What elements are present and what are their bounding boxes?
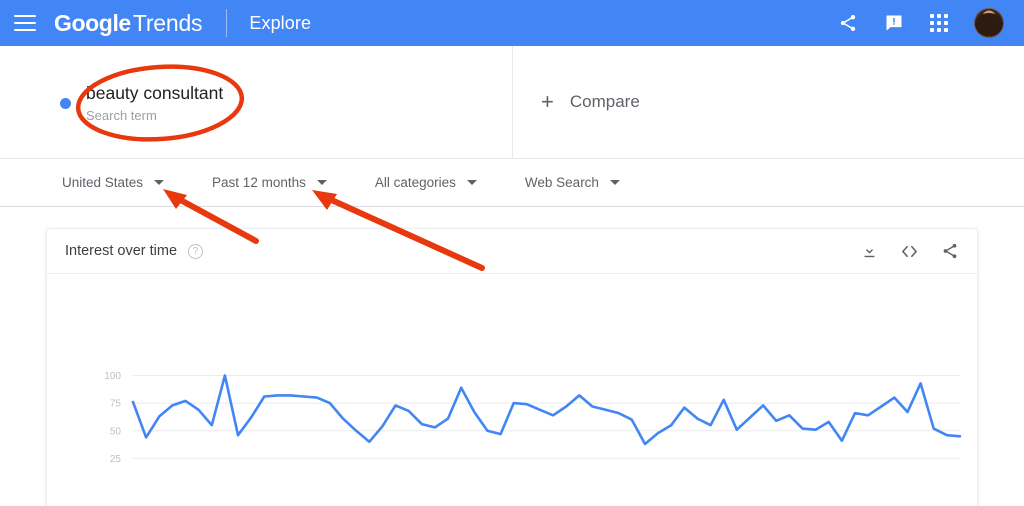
card-title: Interest over time: [65, 243, 178, 259]
card-actions: [861, 242, 959, 261]
feedback-icon[interactable]: [884, 13, 904, 33]
compare-label: Compare: [569, 92, 640, 111]
download-icon[interactable]: [861, 243, 878, 260]
location-filter-label: United States: [62, 175, 144, 190]
app-bar: Google Trends Explore: [0, 0, 1024, 46]
brand-google: Google: [54, 9, 131, 36]
avatar[interactable]: [974, 8, 1004, 38]
apps-grid-icon[interactable]: [930, 14, 948, 32]
explore-nav-link[interactable]: Explore: [249, 13, 311, 34]
help-question-icon[interactable]: ?: [188, 243, 204, 259]
chevron-down-icon: [609, 180, 620, 185]
chevron-down-icon: [466, 180, 477, 185]
embed-code-icon[interactable]: [900, 242, 919, 261]
plus-icon: +: [541, 89, 554, 114]
google-trends-logo[interactable]: Google Trends: [54, 9, 203, 37]
add-comparison-button[interactable]: + Compare: [513, 46, 1024, 158]
interest-over-time-chart[interactable]: 100755025May 26, 2019Sep 15, 2019Jan 5, …: [47, 274, 977, 506]
time-range-filter[interactable]: Past 12 months: [212, 175, 327, 190]
card-header: Interest over time ?: [47, 229, 977, 274]
search-type-filter[interactable]: Web Search: [525, 175, 620, 190]
brand-trends: Trends: [132, 9, 203, 36]
search-term-type: Search term: [86, 107, 157, 123]
series-color-dot: [60, 97, 71, 109]
time-range-filter-label: Past 12 months: [212, 175, 306, 190]
interest-over-time-card: Interest over time ? 100 75 50 25: [46, 228, 978, 506]
chart-container: 100755025May 26, 2019Sep 15, 2019Jan 5, …: [47, 274, 977, 506]
category-filter[interactable]: All categories: [375, 175, 477, 190]
chevron-down-icon: [316, 180, 327, 185]
google-trends-page: Google Trends Explore beauty consultant …: [0, 0, 1024, 506]
query-row: beauty consultant Search term + Compare: [0, 46, 1024, 159]
search-type-filter-label: Web Search: [524, 175, 599, 190]
category-filter-label: All categories: [374, 175, 456, 190]
search-term-text: beauty consultant: [86, 82, 224, 103]
appbar-divider: [226, 9, 228, 37]
chevron-down-icon: [154, 180, 165, 185]
appbar-actions: [838, 8, 1024, 38]
location-filter[interactable]: United States: [62, 175, 165, 190]
search-term-chip[interactable]: beauty consultant Search term: [0, 46, 513, 158]
y-axis-tick-label: 100: [104, 371, 121, 382]
share-icon[interactable]: [941, 242, 959, 260]
y-axis-tick-label: 50: [110, 426, 122, 437]
series-line-beauty-consultant[interactable]: [131, 374, 962, 446]
share-icon[interactable]: [838, 13, 858, 33]
hamburger-menu-icon[interactable]: [14, 15, 36, 31]
y-axis-tick-label: 75: [110, 399, 122, 410]
filter-bar: United States Past 12 months All categor…: [0, 159, 1024, 207]
y-axis-tick-label: 25: [110, 454, 122, 465]
